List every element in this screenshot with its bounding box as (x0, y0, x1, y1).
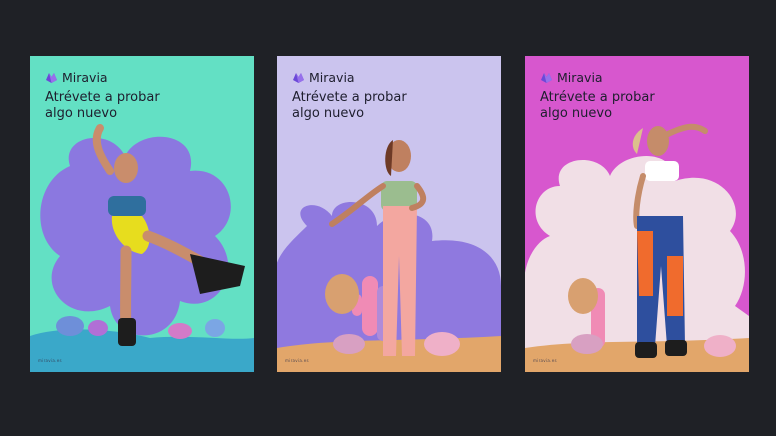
poster-1: Miravia Atrévete a probar algo nuevo mir… (30, 56, 254, 372)
headline-line-2: algo nuevo (45, 106, 118, 121)
miravia-logo-icon (46, 73, 57, 83)
headline-line-2: algo nuevo (540, 106, 613, 121)
headline: Atrévete a probar algo nuevo (540, 90, 740, 122)
headline-line-1: Atrévete a probar (45, 90, 160, 105)
brand-name: Miravia (62, 70, 108, 85)
footer-text: miravia.es (533, 358, 557, 363)
headline: Atrévete a probar algo nuevo (45, 90, 245, 122)
footer-text: miravia.es (285, 358, 309, 363)
poster-3: Miravia Atrévete a probar algo nuevo mir… (525, 56, 749, 372)
brand-name: Miravia (557, 70, 603, 85)
brand-name: Miravia (309, 70, 355, 85)
miravia-logo-icon (293, 73, 304, 83)
poster-2: Miravia Atrévete a probar algo nuevo mir… (277, 56, 501, 372)
brand: Miravia (45, 70, 108, 85)
brand: Miravia (540, 70, 603, 85)
headline-line-1: Atrévete a probar (292, 90, 407, 105)
headline-line-1: Atrévete a probar (540, 90, 655, 105)
footer-text: miravia.es (38, 358, 62, 363)
brand: Miravia (292, 70, 355, 85)
headline-line-2: algo nuevo (292, 106, 365, 121)
miravia-logo-icon (541, 73, 552, 83)
headline: Atrévete a probar algo nuevo (292, 90, 492, 122)
